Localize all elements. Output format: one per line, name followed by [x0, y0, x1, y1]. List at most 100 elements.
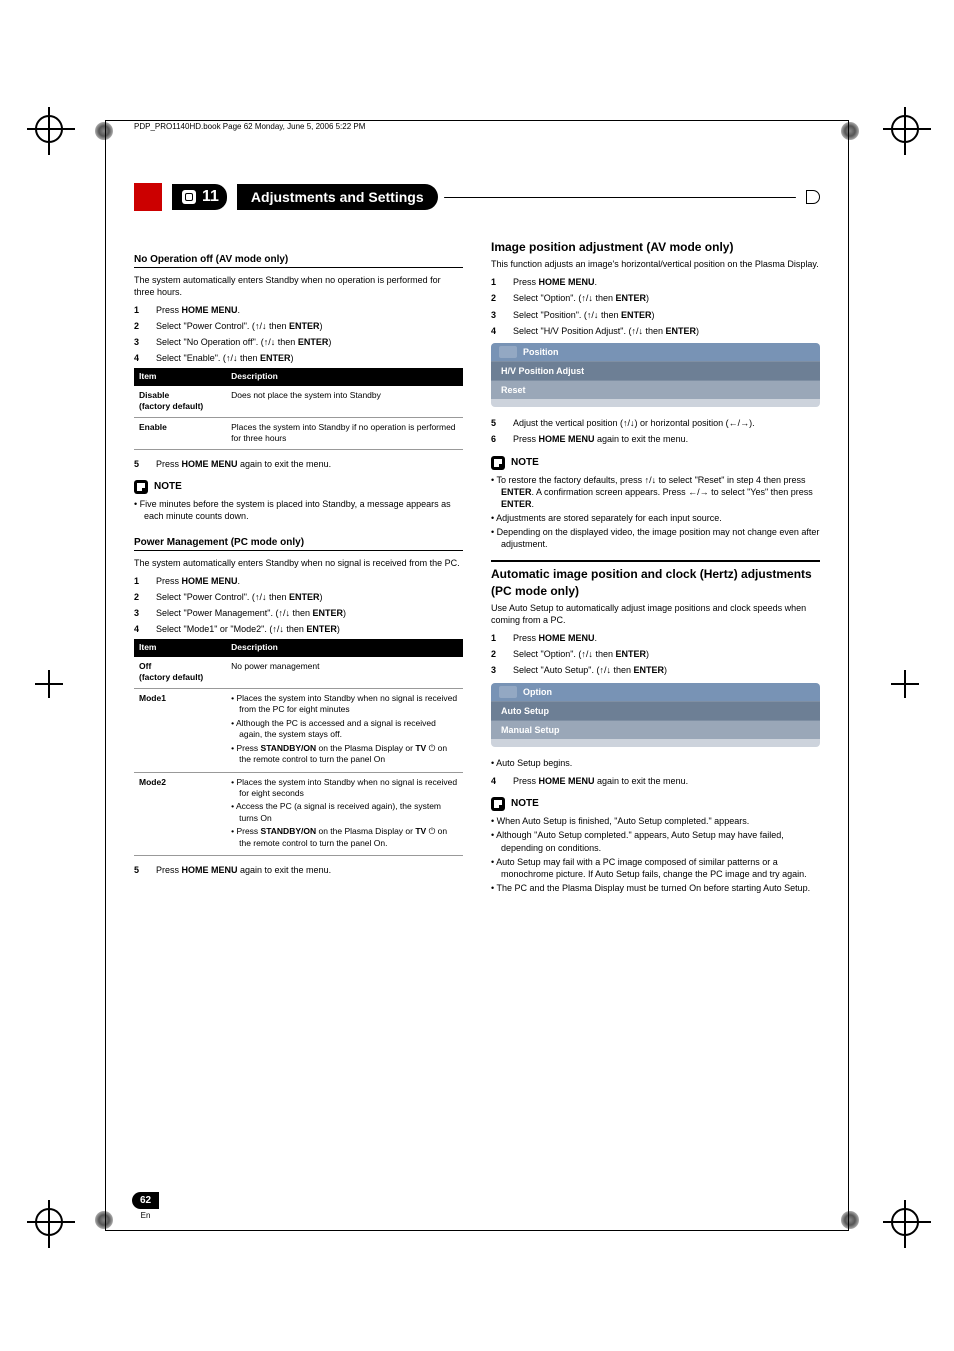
step: 2 Select "Option". (↑/↓ then ENTER): [491, 292, 820, 304]
table-header: Description: [226, 639, 463, 656]
table-row: Disable(factory default)Does not place t…: [134, 386, 463, 417]
step: 2Select "Option". (↑/↓ then ENTER): [491, 648, 820, 660]
step: 4Select "Mode1" or "Mode2". (↑/↓ then EN…: [134, 623, 463, 635]
registration-mark-icon: [891, 1208, 919, 1236]
section-heading: Image position adjustment (AV mode only): [491, 239, 820, 255]
osd-row: H/V Position Adjust: [491, 361, 820, 380]
chapter-bar: 11 Adjustments and Settings: [134, 183, 820, 211]
step: 1Press HOME MENU.: [491, 632, 820, 644]
list-item: Places the system into Standby when no s…: [231, 777, 458, 800]
note-icon: [491, 797, 505, 811]
note-icon: [491, 456, 505, 470]
step-number: 3: [491, 664, 503, 676]
table-header: Item: [134, 639, 226, 656]
step-text: Adjust the vertical position (↑/↓) or ho…: [513, 417, 755, 429]
step: 2Select "Power Control". (↑/↓ then ENTER…: [134, 320, 463, 332]
table-row: Off(factory default)No power management: [134, 657, 463, 688]
step: 1 Press HOME MENU.: [491, 276, 820, 288]
osd-row: Auto Setup: [491, 701, 820, 720]
book-header: PDP_PRO1140HD.book Page 62 Monday, June …: [134, 121, 365, 132]
table-key: Mode1: [134, 688, 226, 772]
step-text: Press HOME MENU.: [156, 304, 240, 316]
page-number: 62: [132, 1192, 159, 1209]
section-heading: No Operation off (AV mode only): [134, 253, 463, 268]
note-item: When Auto Setup is finished, "Auto Setup…: [491, 815, 820, 827]
cross-mark-icon: [891, 670, 919, 698]
step-number: 1: [491, 276, 503, 288]
step-number: 4: [134, 352, 146, 364]
section-intro: The system automatically enters Standby …: [134, 274, 463, 298]
step-number: 1: [134, 304, 146, 316]
list-item: Places the system into Standby when no s…: [231, 693, 458, 716]
step: 3 Select "Power Management". (↑/↓ then EN…: [134, 607, 463, 619]
step-number: 2: [491, 292, 503, 304]
table-row: EnablePlaces the system into Standby if …: [134, 417, 463, 449]
table-value: Places the system into Standby when no s…: [226, 772, 463, 856]
list-item: Although the PC is accessed and a signal…: [231, 718, 458, 741]
left-column: No Operation off (AV mode only) The syst…: [134, 239, 463, 900]
osd-title: Position: [523, 346, 559, 358]
list-item: Access the PC (a signal is received agai…: [231, 801, 458, 824]
osd-menu-option: Option Auto Setup Manual Setup: [491, 683, 820, 747]
chapter-number: 11: [202, 188, 219, 206]
note-item: The PC and the Plasma Display must be tu…: [491, 882, 820, 894]
step-number: 4: [491, 775, 503, 787]
registration-mark-icon: [35, 115, 63, 143]
table-no-operation: Item Description Disable(factory default…: [134, 368, 463, 449]
table-key: Disable(factory default): [134, 386, 226, 417]
registration-mark-icon: [35, 1208, 63, 1236]
divider-endcap: [806, 190, 820, 204]
step-text: Press HOME MENU again to exit the menu.: [513, 433, 688, 445]
section-heading: Power Management (PC mode only): [134, 536, 463, 551]
step-text: Select "Option". (↑/↓ then ENTER): [513, 292, 649, 304]
table-value: Does not place the system into Standby: [226, 386, 463, 417]
section-intro: This function adjusts an image's horizon…: [491, 258, 820, 270]
step-number: 1: [134, 575, 146, 587]
page-number-box: 62 En: [132, 1190, 159, 1220]
chapter-badge-icon: [182, 190, 196, 204]
table-key: Off(factory default): [134, 657, 226, 688]
table-key: Enable: [134, 417, 226, 449]
step-number: 6: [491, 433, 503, 445]
step-number: 3: [134, 607, 146, 619]
step-number: 5: [134, 864, 146, 876]
note-item: Although "Auto Setup completed." appears…: [491, 829, 820, 853]
step-text: Press HOME MENU.: [156, 575, 240, 587]
menu-icon: [499, 686, 517, 698]
osd-row: Manual Setup: [491, 720, 820, 739]
step-text: Select "Position". (↑/↓ then ENTER): [513, 309, 654, 321]
table-power-management: Item Description Off(factory default)No …: [134, 639, 463, 856]
step: 4 Select "H/V Position Adjust". (↑/↓ then…: [491, 325, 820, 337]
chapter-accent: [134, 183, 162, 211]
table-header: Item: [134, 368, 226, 385]
step-number: 2: [134, 591, 146, 603]
note-icon: [134, 480, 148, 494]
step-text: Select "Power Management". (↑/↓ then ENT…: [156, 607, 346, 619]
cross-mark-icon: [35, 670, 63, 698]
step-number: 2: [491, 648, 503, 660]
step-text: Select "Power Control". (↑/↓ then ENTER): [156, 591, 323, 603]
step-text: Press HOME MENU.: [513, 276, 597, 288]
registration-mark-icon: [891, 115, 919, 143]
step-number: 4: [491, 325, 503, 337]
step: 4 Select "Enable". (↑/↓ then ENTER): [134, 352, 463, 364]
step-number: 5: [491, 417, 503, 429]
note-item: Five minutes before the system is placed…: [134, 498, 463, 522]
osd-row: Reset: [491, 380, 820, 399]
section-intro: Use Auto Setup to automatically adjust i…: [491, 602, 820, 626]
step-text: Select "Enable". (↑/↓ then ENTER): [156, 352, 294, 364]
step: 3Select "Auto Setup". (↑/↓ then ENTER): [491, 664, 820, 676]
note-label: NOTE: [511, 797, 539, 811]
step-text: Select "No Operation off". (↑/↓ then ENT…: [156, 336, 331, 348]
step-number: 3: [134, 336, 146, 348]
step-number: 1: [491, 632, 503, 644]
step-text: Press HOME MENU again to exit the menu.: [156, 458, 331, 470]
step-number: 2: [134, 320, 146, 332]
table-value: Places the system into Standby if no ope…: [226, 417, 463, 449]
step: 1 Press HOME MENU.: [134, 575, 463, 587]
note-label: NOTE: [511, 456, 539, 470]
step-text: Press HOME MENU again to exit the menu.: [513, 775, 688, 787]
step-text: Select "H/V Position Adjust". (↑/↓ then …: [513, 325, 699, 337]
divider: [444, 197, 796, 198]
osd-title: Option: [523, 686, 552, 698]
